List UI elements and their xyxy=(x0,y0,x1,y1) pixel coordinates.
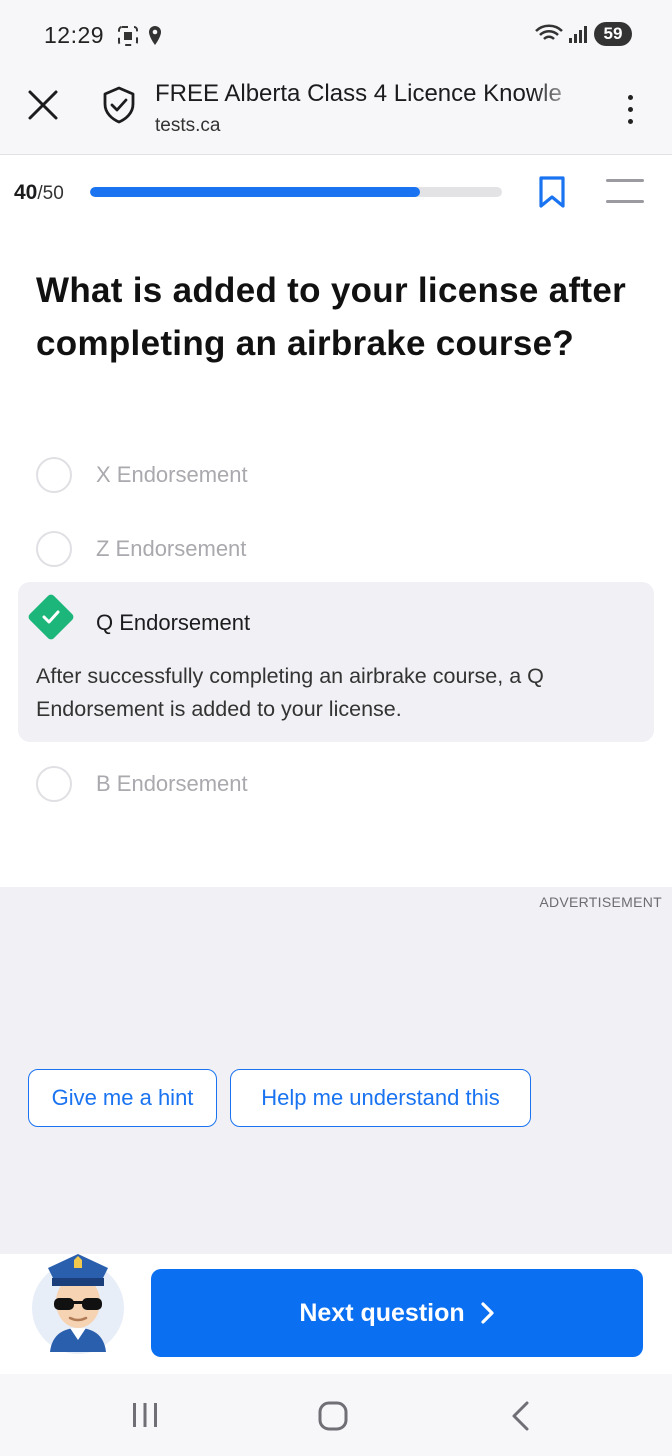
radio-button[interactable] xyxy=(36,457,72,493)
option-label: X Endorsement xyxy=(96,462,248,487)
next-question-label: Next question xyxy=(299,1298,465,1327)
status-time: 12:29 xyxy=(44,22,105,48)
status-bar: 12:29 59 xyxy=(0,0,672,72)
bottom-action-bar: Next question xyxy=(0,1254,672,1374)
option-x-endorsement[interactable]: X Endorsement xyxy=(36,455,636,495)
page-url: tests.ca xyxy=(155,115,221,136)
page-title: FREE Alberta Class 4 Licence Knowle xyxy=(155,80,562,107)
close-icon[interactable] xyxy=(26,88,60,122)
shield-check-icon[interactable] xyxy=(102,86,136,129)
menu-icon[interactable] xyxy=(606,179,644,203)
system-navigation-bar xyxy=(0,1374,672,1456)
next-question-button[interactable]: Next question xyxy=(151,1269,643,1357)
option-z-endorsement[interactable]: Z Endorsement xyxy=(36,529,636,569)
answer-explanation: After successfully completing an airbrak… xyxy=(36,664,544,721)
bookmark-icon[interactable] xyxy=(538,175,566,214)
battery-indicator: 59 xyxy=(594,22,632,46)
back-icon[interactable] xyxy=(508,1400,534,1437)
chevron-right-icon xyxy=(481,1302,494,1324)
radio-button[interactable] xyxy=(36,766,72,802)
question-text: What is added to your license after comp… xyxy=(36,271,627,363)
progress-current: 40 xyxy=(14,181,38,204)
progress-row: 40/50 xyxy=(0,155,672,231)
option-label-correct[interactable]: Q Endorsement xyxy=(96,610,250,636)
screenshot-location-icon xyxy=(118,26,161,46)
help-understand-button[interactable]: Help me understand this xyxy=(230,1069,531,1127)
more-options-icon[interactable] xyxy=(612,86,648,132)
progress-count: 40/50 xyxy=(14,181,64,205)
home-icon[interactable] xyxy=(317,1400,349,1437)
police-officer-avatar xyxy=(30,1244,126,1356)
recent-apps-icon[interactable] xyxy=(130,1400,160,1435)
progress-bar xyxy=(90,187,502,197)
progress-total: /50 xyxy=(37,183,64,204)
check-icon xyxy=(26,592,76,642)
advertisement-label: ADVERTISEMENT xyxy=(539,894,662,910)
option-b-endorsement[interactable]: B Endorsement xyxy=(36,764,636,804)
status-icons-right: 59 xyxy=(534,22,632,46)
radio-button[interactable] xyxy=(36,531,72,567)
option-label: Z Endorsement xyxy=(96,536,247,561)
status-icons-left xyxy=(118,24,166,53)
wifi-signal-icon xyxy=(535,24,587,43)
advertisement-area: ADVERTISEMENT Give me a hint Help me und… xyxy=(0,887,672,1254)
give-hint-button[interactable]: Give me a hint xyxy=(28,1069,217,1127)
progress-fill xyxy=(90,187,420,197)
browser-bar: FREE Alberta Class 4 Licence Knowle test… xyxy=(0,72,672,155)
correct-answer-card: Q Endorsement After successfully complet… xyxy=(18,582,654,742)
option-label: B Endorsement xyxy=(96,771,248,796)
